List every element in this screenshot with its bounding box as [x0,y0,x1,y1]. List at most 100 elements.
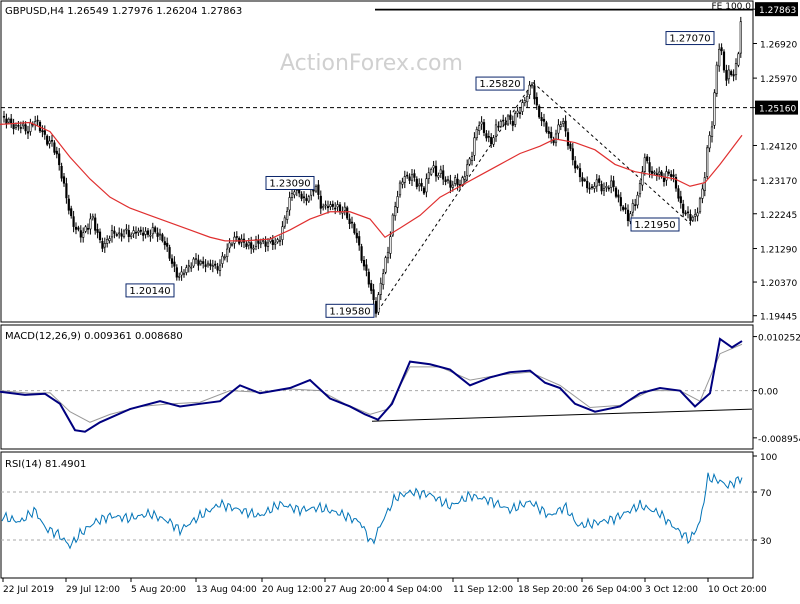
candle-body [578,168,582,178]
candle-body [710,126,714,138]
candle-body [58,153,61,166]
candle-body [290,193,294,198]
candle-body [134,231,138,234]
candle-body [319,195,322,209]
candle-body [336,204,339,208]
candle-body [259,242,262,245]
candle-body [686,211,690,214]
candle-body [442,170,445,180]
candle-body [156,232,159,237]
candle-body [144,230,147,235]
candle-body [161,234,164,241]
candle-body [499,121,502,127]
candle-body [106,239,109,244]
candle-body [228,242,231,249]
candle-body [739,21,742,54]
candle-body [202,261,205,264]
candle-body [463,176,466,180]
candle-body [583,179,586,181]
candle-body [142,232,145,236]
candle-body [374,301,378,314]
candle-body [221,255,224,264]
candle-body [127,230,130,237]
macd-tick-label: 0.00 [758,388,778,398]
candle-body [50,139,54,142]
candle-body [384,257,387,273]
candle-body [214,263,217,266]
candle-body [715,64,718,94]
candle-body [511,120,514,126]
candle-body [691,216,694,221]
candle-body [122,230,126,238]
candle-body [631,203,634,213]
candle-body [718,48,721,67]
macd-panel-title: MACD(12,26,9) 0.009361 0.008680 [5,331,183,342]
candle-body [422,187,426,194]
time-tick-label: 20 Aug 12:00 [262,585,323,595]
candle-body [468,158,471,165]
candle-body [331,203,334,207]
candle-body [146,230,150,235]
price-tick-label: 1.19445 [760,313,797,323]
candle-body [504,122,507,125]
candle-body [667,171,670,174]
candle-body [382,273,385,286]
price-tick-label: 1.25970 [760,75,797,85]
candle-body [413,173,416,178]
candle-body [386,251,390,259]
time-tick-label: 29 Jul 12:00 [66,585,120,595]
candle-body [230,243,234,246]
candle-body [638,183,642,195]
candle-body [703,177,706,191]
candle-body [178,275,181,278]
candle-body [139,229,142,232]
candle-body [437,175,440,178]
candle-body [624,207,627,210]
candle-body [454,177,457,184]
candle-body [540,117,543,122]
candle-body [218,264,222,271]
candle-body [24,124,27,132]
candle-body [478,125,481,132]
price-tick-label: 1.24120 [760,142,797,152]
candle-body [5,118,8,124]
candle-body [550,131,553,139]
candle-body [110,230,114,238]
candle-body [492,137,495,145]
candle-body [502,119,505,122]
candle-body [482,122,486,133]
candle-body [324,204,327,207]
candle-body [235,236,238,238]
candle-body [209,263,212,266]
candle-body [665,171,668,181]
candle-body [185,267,188,273]
candle-body [451,184,454,188]
candle-body [533,85,536,100]
candle-body [247,241,250,246]
candle-body [10,118,13,124]
swing-label: 1.23090 [269,178,310,189]
candle-body [286,210,289,220]
candle-body [689,214,692,222]
candle-body [725,70,728,81]
time-tick-label: 5 Aug 20:00 [131,585,186,595]
price-tick-label: 1.21290 [760,246,797,256]
candle-body [662,177,666,182]
swing-label: 1.21950 [634,220,675,231]
candle-body [516,110,519,114]
candle-body [571,148,574,161]
candle-body [588,187,591,190]
candle-body [343,206,346,211]
candle-body [257,239,260,244]
candle-body [439,169,442,174]
candle-body [653,171,656,174]
candle-body [271,240,274,245]
candle-body [77,227,80,230]
rsi-tick-label: 100 [760,453,777,463]
candle-body [521,102,524,112]
candle-body [118,232,121,235]
candle-body [466,164,469,176]
candle-body [94,217,97,231]
candle-body [358,236,361,246]
candle-body [506,115,510,125]
